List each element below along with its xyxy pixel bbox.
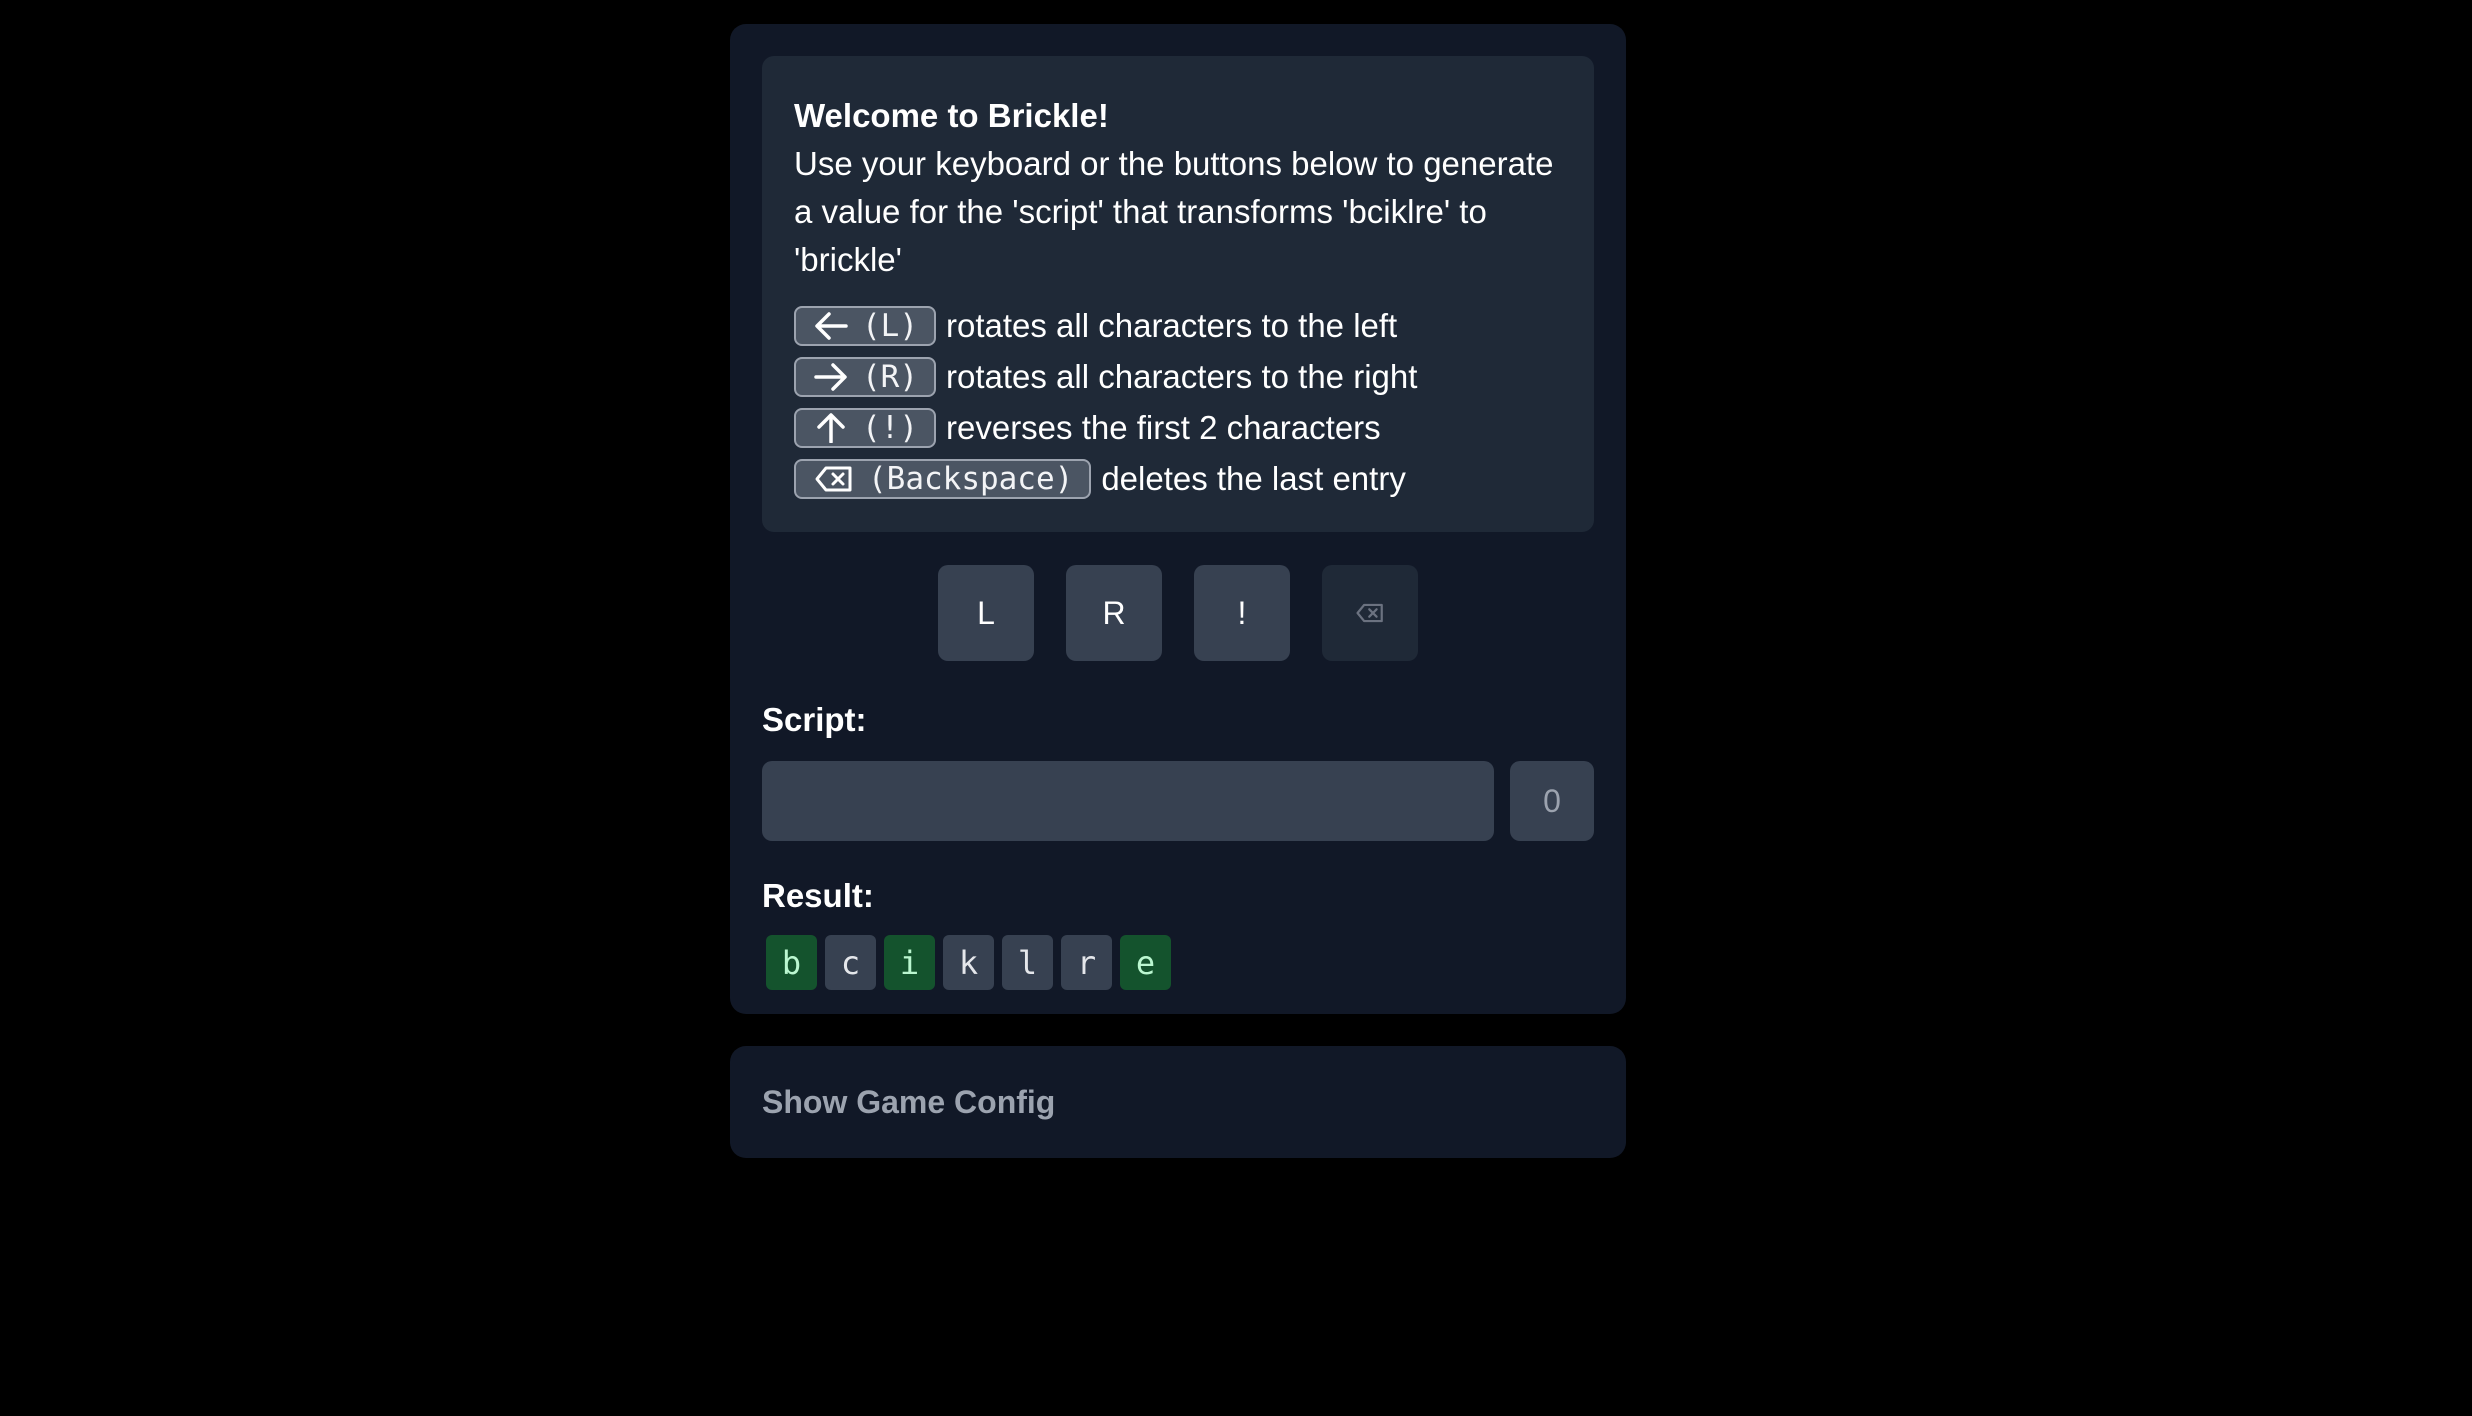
game-card: Welcome to Brickle! Use your keyboard or… — [730, 24, 1626, 1014]
script-input[interactable] — [762, 761, 1494, 841]
key-hint-left: (L) — [794, 305, 936, 346]
backspace-icon — [1356, 603, 1383, 623]
instructions-panel: Welcome to Brickle! Use your keyboard or… — [762, 56, 1594, 532]
result-tile: c — [825, 935, 876, 990]
rule-reverse: (!) reverses the first 2 characters — [794, 402, 1562, 453]
key-hint-backspace: (Backspace) — [794, 458, 1092, 499]
game-app: Welcome to Brickle! Use your keyboard or… — [730, 24, 1626, 1158]
rotate-right-button[interactable]: R — [1066, 565, 1162, 661]
key-hint-reverse-label: (!) — [862, 409, 918, 446]
arrow-right-icon — [814, 362, 847, 391]
rule-rotate-left: (L) rotates all characters to the left — [794, 300, 1562, 351]
key-hint-reverse: (!) — [794, 407, 936, 448]
reverse-button[interactable]: ! — [1194, 565, 1290, 661]
show-game-config-toggle[interactable]: Show Game Config — [762, 1084, 1055, 1121]
script-label: Script: — [762, 701, 867, 738]
rule-rotate-right: (R) rotates all characters to the right — [794, 351, 1562, 402]
result-tiles: b c i k l r e — [762, 935, 1594, 990]
key-hint-right-label: (R) — [862, 358, 918, 395]
rule-reverse-description: reverses the first 2 characters — [946, 408, 1381, 446]
result-tile: i — [884, 935, 935, 990]
rule-left-description: rotates all characters to the left — [946, 306, 1398, 344]
backspace-icon — [815, 466, 852, 491]
result-tile: b — [766, 935, 817, 990]
instructions-text: Use your keyboard or the buttons below t… — [794, 145, 1554, 278]
result-tile: k — [943, 935, 994, 990]
rule-backspace: (Backspace) deletes the last entry — [794, 453, 1562, 504]
arrow-left-icon — [815, 311, 848, 340]
key-hint-left-label: (L) — [862, 307, 918, 344]
game-config-card: Show Game Config — [730, 1046, 1626, 1158]
rule-backspace-description: deletes the last entry — [1101, 459, 1406, 497]
key-hint-backspace-label: (Backspace) — [868, 460, 1074, 497]
control-buttons: L R ! — [762, 565, 1594, 661]
script-length-counter: 0 — [1510, 761, 1594, 841]
result-tile: l — [1002, 935, 1053, 990]
backspace-button[interactable] — [1322, 565, 1418, 661]
arrow-up-icon — [817, 412, 845, 443]
welcome-title: Welcome to Brickle! — [794, 97, 1109, 134]
rotate-left-button[interactable]: L — [938, 565, 1034, 661]
result-tile: r — [1061, 935, 1112, 990]
rule-right-description: rotates all characters to the right — [946, 357, 1418, 395]
script-row: 0 — [762, 761, 1594, 841]
result-label: Result: — [762, 877, 874, 914]
result-tile: e — [1120, 935, 1171, 990]
key-hint-right: (R) — [794, 356, 936, 397]
